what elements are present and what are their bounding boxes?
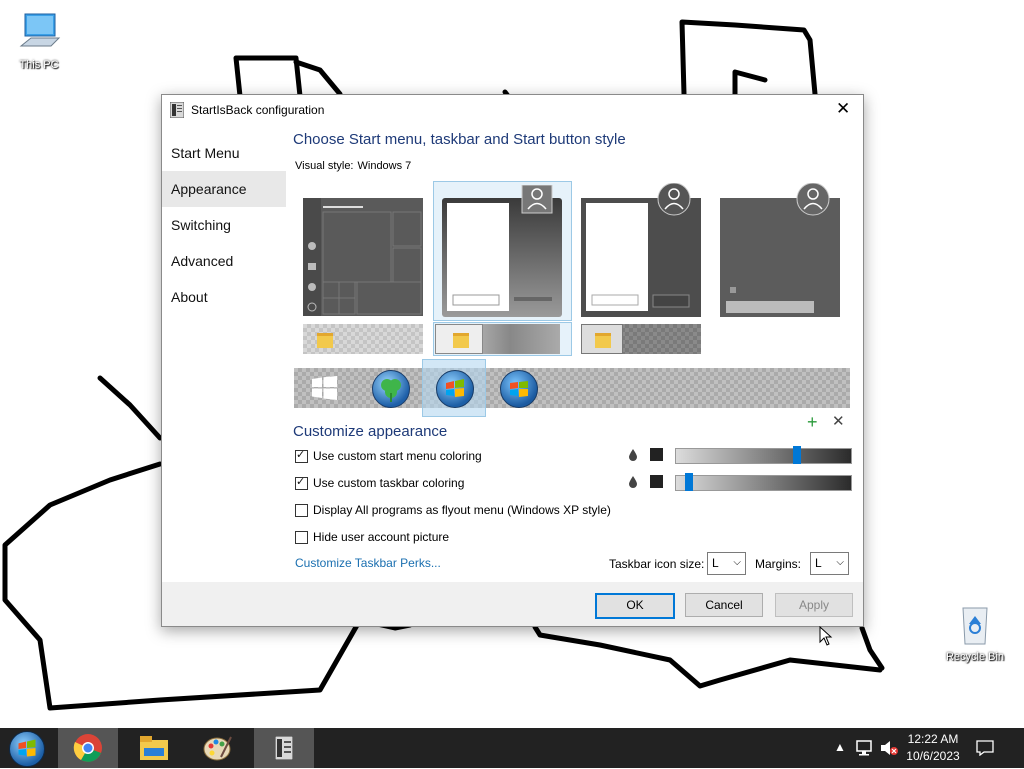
clover-icon xyxy=(381,379,401,402)
nav-item-advanced[interactable]: Advanced xyxy=(162,243,286,279)
close-icon: ✕ xyxy=(832,413,845,430)
start-button-style-row xyxy=(294,359,850,417)
option-label: Display All programs as flyout menu (Win… xyxy=(313,503,611,517)
taskbar-style-transparent-thumbnail[interactable] xyxy=(303,324,423,354)
visual-style-row: Visual style: Windows 7 xyxy=(295,160,411,172)
windows-flag-icon xyxy=(510,381,528,397)
visual-style-label: Visual style: xyxy=(295,160,354,172)
window-title: StartIsBack configuration xyxy=(191,103,325,117)
windows-flag-icon xyxy=(446,379,464,397)
dialog-footer: OK Cancel Apply xyxy=(162,582,863,626)
taskbar-color-swatch[interactable] xyxy=(650,475,663,488)
taskbar-icon-size-select[interactable]: L ⌵ xyxy=(707,552,746,575)
computer-icon xyxy=(19,13,61,47)
recycle-bin-label: Recycle Bin xyxy=(945,651,1005,663)
chevron-down-icon: ⌵ xyxy=(836,557,844,568)
this-pc-desktop-icon[interactable]: This PC xyxy=(4,10,74,71)
title-bar[interactable]: StartIsBack configuration ✕ xyxy=(162,95,863,125)
mouse-cursor xyxy=(819,626,833,646)
customize-taskbar-perks-link[interactable]: Customize Taskbar Perks... xyxy=(295,556,441,570)
app-icon xyxy=(170,102,184,118)
start-style-plain-thumbnail[interactable] xyxy=(720,183,840,317)
taskbar-file-explorer-button[interactable] xyxy=(124,728,184,768)
folder-icon xyxy=(595,333,611,348)
windows-flag-icon xyxy=(18,739,36,757)
option-custom-start-menu-coloring[interactable]: Use custom start menu coloring xyxy=(295,448,482,464)
checkbox[interactable] xyxy=(295,475,308,490)
visual-style-value: Windows 7 xyxy=(357,160,412,172)
start-menu-color-swatch[interactable] xyxy=(650,448,663,461)
checkbox[interactable] xyxy=(295,530,308,544)
select-value: L xyxy=(815,556,822,570)
appearance-panel: Choose Start menu, taskbar and Start but… xyxy=(293,131,853,172)
start-style-windows7-thumbnail[interactable] xyxy=(442,185,562,317)
taskbar: ▲ 12:22 AM 10/6/2023 xyxy=(0,728,1024,768)
windows-classic-orb-button[interactable] xyxy=(500,370,538,408)
taskbar-icon-size-label: Taskbar icon size: xyxy=(609,557,705,571)
close-button[interactable]: ✕ xyxy=(823,95,863,125)
plus-icon: + xyxy=(807,412,818,432)
opacity-drop-icon[interactable] xyxy=(628,476,638,488)
opacity-drop-icon[interactable] xyxy=(628,449,638,461)
option-label: Hide user account picture xyxy=(313,530,450,544)
this-pc-label: This PC xyxy=(19,59,59,71)
slider-thumb[interactable] xyxy=(685,473,693,491)
nav-item-about[interactable]: About xyxy=(162,279,286,315)
folder-icon xyxy=(140,736,168,760)
nav-item-switching[interactable]: Switching xyxy=(162,207,286,243)
option-custom-taskbar-coloring[interactable]: Use custom taskbar coloring xyxy=(295,475,464,491)
start-style-windows8-thumbnail[interactable] xyxy=(581,183,701,317)
paint-palette-icon xyxy=(203,736,232,761)
show-hidden-icons-button[interactable]: ▲ xyxy=(834,740,846,754)
style-heading: Choose Start menu, taskbar and Start but… xyxy=(293,131,626,148)
clock-time[interactable]: 12:22 AM xyxy=(903,732,963,746)
recycle-bin-icon xyxy=(962,607,988,645)
select-value: L xyxy=(712,556,719,570)
option-label: Use custom start menu coloring xyxy=(313,449,482,463)
nav-item-start-menu[interactable]: Start Menu xyxy=(162,135,286,171)
slider-thumb[interactable] xyxy=(793,446,801,464)
folder-icon xyxy=(317,333,333,348)
windows7-orb-button[interactable] xyxy=(436,370,474,408)
folder-icon xyxy=(453,333,469,348)
taskbar-style-windows7-thumbnail[interactable] xyxy=(435,324,560,354)
margins-select[interactable]: L ⌵ xyxy=(810,552,849,575)
option-flyout-all-programs[interactable]: Display All programs as flyout menu (Win… xyxy=(295,502,611,518)
clover-orb-button[interactable] xyxy=(372,370,410,408)
checkbox[interactable] xyxy=(295,448,308,463)
cancel-button[interactable]: Cancel xyxy=(685,593,763,617)
remove-button[interactable]: ✕ xyxy=(832,414,845,430)
checkbox[interactable] xyxy=(295,503,308,517)
recycle-bin-desktop-icon[interactable]: Recycle Bin xyxy=(940,602,1010,663)
chevron-up-icon: ▲ xyxy=(834,740,846,754)
customize-heading: Customize appearance xyxy=(293,423,448,440)
notification-icon[interactable] xyxy=(976,740,994,756)
startisback-configuration-dialog: StartIsBack configuration ✕ Start Menu A… xyxy=(161,94,864,627)
taskbar-style-dark-thumbnail[interactable] xyxy=(581,324,701,354)
margins-label: Margins: xyxy=(755,557,802,571)
clock-date[interactable]: 10/6/2023 xyxy=(903,749,963,763)
nav-item-appearance[interactable]: Appearance xyxy=(162,171,286,207)
chevron-down-icon: ⌵ xyxy=(733,557,741,568)
windows-orb-icon xyxy=(9,731,45,767)
chrome-icon xyxy=(73,734,102,762)
app-icon xyxy=(275,736,293,760)
option-label: Use custom taskbar coloring xyxy=(313,476,465,490)
sidebar-nav: Start Menu Appearance Switching Advanced… xyxy=(162,135,286,315)
add-button[interactable]: + xyxy=(807,413,818,431)
start-button[interactable] xyxy=(0,728,52,768)
start-menu-color-slider[interactable] xyxy=(675,446,852,464)
close-icon: ✕ xyxy=(836,99,851,118)
option-hide-account-picture[interactable]: Hide user account picture xyxy=(295,529,449,545)
network-icon[interactable] xyxy=(856,740,874,756)
taskbar-startisback-button[interactable] xyxy=(254,728,314,768)
taskbar-paint-button[interactable] xyxy=(188,728,248,768)
windows10-logo-button[interactable] xyxy=(312,376,338,400)
ok-button[interactable]: OK xyxy=(595,593,675,619)
start-style-windows10-thumbnail[interactable] xyxy=(303,198,423,316)
apply-button[interactable]: Apply xyxy=(775,593,853,617)
taskbar-color-slider[interactable] xyxy=(675,473,852,491)
taskbar-chrome-button[interactable] xyxy=(58,728,118,768)
volume-muted-icon[interactable] xyxy=(880,740,898,756)
